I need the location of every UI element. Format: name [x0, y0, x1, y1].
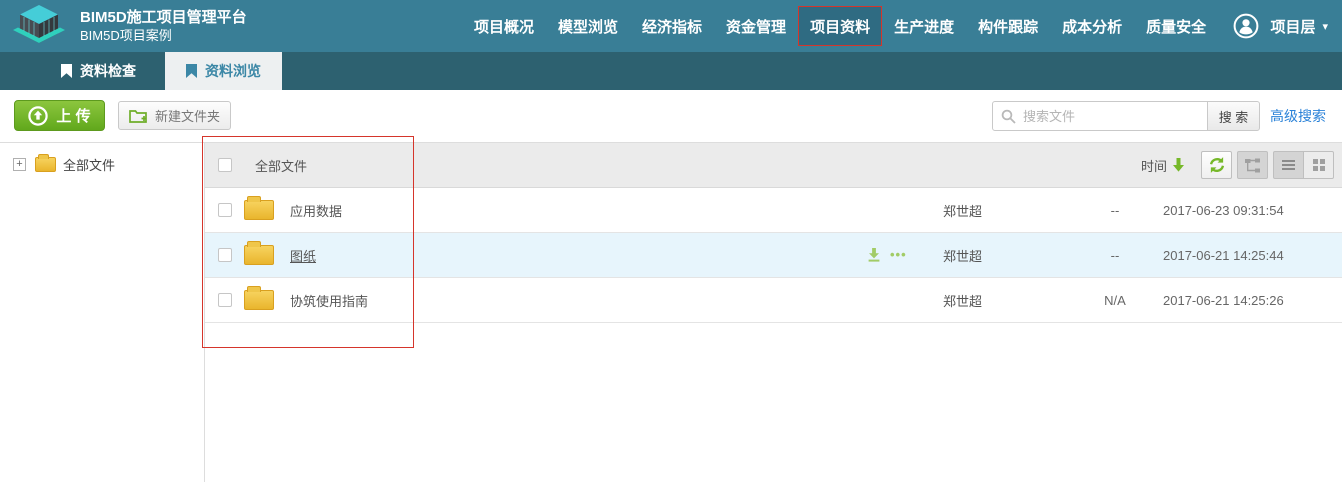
sort-column-label[interactable]: 时间	[1141, 156, 1167, 175]
advanced-search-link[interactable]: 高级搜索	[1270, 106, 1326, 126]
tab-label: 资料检查	[80, 63, 136, 79]
grid-view-button[interactable]	[1303, 151, 1334, 179]
select-all-label: 全部文件	[255, 158, 308, 174]
tab-label: 资料浏览	[205, 63, 261, 79]
nav-item-fund-management[interactable]: 资金管理	[714, 6, 798, 46]
list-controls: 时间	[1141, 151, 1334, 179]
bookmark-icon	[61, 64, 72, 78]
tree-node-label: 全部文件	[63, 157, 116, 173]
size-cell: --	[1110, 202, 1120, 218]
owner-cell: 郑世超	[943, 248, 983, 264]
row-checkbox[interactable]	[218, 293, 232, 307]
view-toggle-group	[1273, 151, 1334, 179]
folder-icon	[244, 286, 274, 310]
search-button[interactable]: 搜 索	[1207, 101, 1260, 131]
owner-cell: 郑世超	[943, 203, 983, 219]
bim5d-logo-icon	[10, 4, 68, 48]
time-cell: 2017-06-21 14:25:26	[1163, 292, 1284, 308]
new-folder-button[interactable]: 新建文件夹	[118, 101, 232, 130]
file-list-header: 全部文件 时间	[205, 143, 1342, 188]
search-icon	[1001, 109, 1016, 129]
file-name-link[interactable]: 图纸	[290, 246, 316, 265]
grid-view-icon	[1312, 159, 1318, 164]
nav-item-cost-analysis[interactable]: 成本分析	[1050, 6, 1134, 46]
tab-document-check[interactable]: 资料检查	[40, 52, 157, 90]
folder-icon	[244, 196, 274, 220]
row-actions: •••	[867, 248, 907, 262]
nav-item-project-overview[interactable]: 项目概况	[462, 6, 546, 46]
app-title: BIM5D施工项目管理平台	[80, 9, 247, 26]
user-menu[interactable]: 项目层 ▾	[1233, 0, 1328, 52]
table-row[interactable]: 协筑使用指南 郑世超 N/A 2017-06-21 14:25:26	[205, 278, 1342, 323]
upload-label: 上 传	[56, 108, 91, 125]
table-row[interactable]: 应用数据 郑世超 -- 2017-06-23 09:31:54	[205, 188, 1342, 233]
nav-item-production-progress[interactable]: 生产进度	[882, 6, 966, 46]
refresh-button[interactable]	[1201, 151, 1232, 179]
app-window: BIM5D施工项目管理平台 BIM5D项目案例 项目概况 模型浏览 经济指标 资…	[0, 0, 1342, 482]
project-subtitle: BIM5D项目案例	[80, 28, 172, 43]
tab-document-browse[interactable]: 资料浏览	[165, 52, 282, 90]
search-area: 搜 索 高级搜索	[992, 101, 1326, 131]
file-toolbar: 上 传 新建文件夹 搜 索 高级搜索	[0, 90, 1342, 143]
tree-node-all-files[interactable]: + 全部文件	[0, 152, 204, 176]
sort-desc-arrow-icon[interactable]	[1172, 158, 1185, 172]
file-name-link[interactable]: 协筑使用指南	[290, 291, 368, 310]
folder-tree-panel: + 全部文件	[0, 143, 205, 482]
search-box	[992, 101, 1208, 131]
folder-icon	[35, 153, 56, 172]
list-view-icon	[1282, 160, 1295, 170]
nav-item-quality-safety[interactable]: 质量安全	[1134, 6, 1218, 46]
user-avatar-icon	[1233, 13, 1259, 39]
list-view-button[interactable]	[1273, 151, 1304, 179]
new-folder-label: 新建文件夹	[155, 109, 221, 124]
main-nav: 项目概况 模型浏览 经济指标 资金管理 项目资料 生产进度 构件跟踪 成本分析 …	[462, 0, 1218, 52]
nav-item-model-browse[interactable]: 模型浏览	[546, 6, 630, 46]
new-folder-icon	[129, 108, 148, 123]
table-row-hovered[interactable]: 图纸 ••• 郑世超 -- 2017-06-21 14:25:44	[205, 233, 1342, 278]
nav-item-economic-index[interactable]: 经济指标	[630, 6, 714, 46]
top-header-bar: BIM5D施工项目管理平台 BIM5D项目案例 项目概况 模型浏览 经济指标 资…	[0, 0, 1342, 52]
owner-cell: 郑世超	[943, 293, 983, 309]
file-name-link[interactable]: 应用数据	[290, 201, 342, 220]
folder-icon	[244, 241, 274, 265]
tree-view-button[interactable]	[1237, 151, 1268, 179]
nav-item-component-tracking[interactable]: 构件跟踪	[966, 6, 1050, 46]
more-actions-icon[interactable]: •••	[890, 248, 907, 261]
upload-icon	[28, 105, 49, 126]
user-role-label[interactable]: 项目层	[1270, 16, 1315, 37]
upload-button[interactable]: 上 传	[14, 100, 105, 131]
download-icon[interactable]	[867, 248, 881, 262]
bookmark-icon	[186, 64, 197, 78]
select-all-checkbox[interactable]	[218, 158, 232, 172]
row-checkbox[interactable]	[218, 248, 232, 262]
size-cell: N/A	[1104, 292, 1126, 308]
row-checkbox[interactable]	[218, 203, 232, 217]
file-list: 全部文件 时间 应用数据 郑世超 -- 2017-06-23 09:31:54 …	[205, 143, 1342, 482]
nav-item-project-documents[interactable]: 项目资料	[798, 6, 883, 46]
search-input[interactable]	[992, 101, 1208, 131]
main-area: + 全部文件 全部文件 时间 应用数据 郑世超 -- 2017-06-23 09…	[0, 143, 1342, 482]
sub-tab-bar: 资料检查 资料浏览	[0, 52, 1342, 90]
app-titles: BIM5D施工项目管理平台 BIM5D项目案例	[80, 8, 247, 44]
time-cell: 2017-06-23 09:31:54	[1163, 202, 1284, 218]
size-cell: --	[1110, 247, 1120, 263]
chevron-down-icon: ▾	[1322, 20, 1328, 33]
tree-expand-icon[interactable]: +	[13, 157, 26, 171]
time-cell: 2017-06-21 14:25:44	[1163, 247, 1284, 263]
